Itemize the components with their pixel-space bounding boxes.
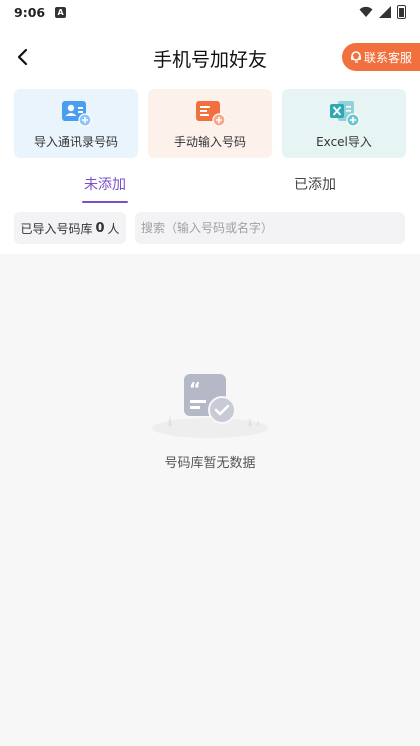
battery-icon xyxy=(397,5,406,19)
import-contacts-button[interactable]: 导入通讯录号码 xyxy=(14,89,138,158)
tab-not-added[interactable]: 未添加 xyxy=(45,174,165,194)
nav-bar: 手机号加好友 联系客服 xyxy=(0,38,420,78)
wifi-icon xyxy=(359,6,373,17)
count-suffix: 人 xyxy=(107,221,120,236)
excel-import-button[interactable]: Excel导入 xyxy=(282,89,406,158)
imported-count-badge: 已导入号码库 0 人 xyxy=(14,212,126,244)
excel-icon xyxy=(330,101,360,127)
contact-service-label: 联系客服 xyxy=(364,50,413,65)
import-contacts-label: 导入通讯录号码 xyxy=(33,135,118,149)
count-value: 0 xyxy=(95,220,105,236)
search-input[interactable] xyxy=(135,212,405,244)
empty-state-text: 号码库暂无数据 xyxy=(164,456,256,471)
tab-indicator xyxy=(82,201,128,203)
import-actions: 导入通讯录号码 手动输入号码 Excel导入 xyxy=(14,89,406,158)
status-time: 9:06 xyxy=(14,4,46,20)
tab-added[interactable]: 已添加 xyxy=(255,174,375,194)
notification-icon: A xyxy=(55,6,67,18)
headset-icon xyxy=(351,51,361,63)
status-icons xyxy=(359,5,406,19)
contact-service-button[interactable]: 联系客服 xyxy=(342,43,420,71)
count-prefix: 已导入号码库 xyxy=(20,221,93,236)
tab-bar: 未添加 已添加 xyxy=(0,168,420,204)
empty-state-icon: “ xyxy=(152,374,268,438)
manual-input-label: 手动输入号码 xyxy=(173,135,246,149)
manual-input-button[interactable]: 手动输入号码 xyxy=(148,89,272,158)
excel-import-label: Excel导入 xyxy=(316,135,372,149)
status-bar: 9:06 A xyxy=(0,0,420,24)
contact-card-add-icon xyxy=(62,101,92,127)
number-list-area xyxy=(0,254,420,746)
svg-text:“: “ xyxy=(189,379,201,400)
manual-input-icon xyxy=(196,101,226,127)
signal-icon xyxy=(379,6,391,18)
